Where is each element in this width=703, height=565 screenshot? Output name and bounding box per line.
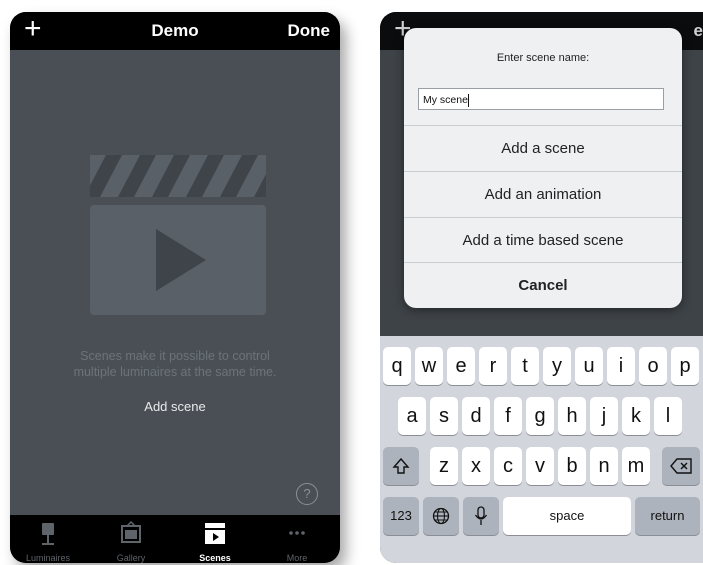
add-an-animation-button[interactable]: Add an animation	[404, 171, 682, 217]
tab-label: Scenes	[199, 553, 231, 563]
key-c[interactable]: c	[494, 447, 522, 485]
clapperboard-play-icon	[90, 155, 266, 315]
more-dots-icon	[289, 531, 305, 535]
key-t[interactable]: t	[511, 347, 539, 385]
key-x[interactable]: x	[462, 447, 490, 485]
backspace-icon	[670, 458, 692, 474]
empty-state-description: Scenes make it possible to control multi…	[30, 348, 320, 380]
add-scene-link[interactable]: Add scene	[10, 399, 340, 414]
key-n[interactable]: n	[590, 447, 618, 485]
description-line: Scenes make it possible to control	[80, 349, 270, 363]
tab-label: More	[286, 553, 308, 563]
key-w[interactable]: w	[415, 347, 443, 385]
cancel-button[interactable]: Cancel	[404, 262, 682, 308]
text-cursor	[467, 93, 469, 107]
key-z[interactable]: z	[430, 447, 458, 485]
dialog-title: Enter scene name:	[496, 52, 590, 64]
description-line: multiple luminaires at the same time.	[73, 365, 277, 379]
add-a-scene-button[interactable]: Add a scene	[404, 125, 682, 171]
key-l[interactable]: l	[654, 397, 682, 435]
key-b[interactable]: b	[558, 447, 586, 485]
key-a[interactable]: a	[398, 397, 426, 435]
key-e[interactable]: e	[447, 347, 475, 385]
globe-icon	[432, 507, 450, 525]
microphone-icon	[474, 506, 488, 525]
delete-key[interactable]	[662, 447, 700, 485]
key-k[interactable]: k	[622, 397, 650, 435]
key-r[interactable]: r	[479, 347, 507, 385]
lamp-icon	[42, 523, 54, 545]
numbers-key[interactable]: 123	[383, 497, 419, 535]
key-q[interactable]: q	[383, 347, 411, 385]
dictation-key[interactable]	[463, 497, 499, 535]
gallery-icon	[121, 521, 141, 543]
add-time-based-scene-button[interactable]: Add a time based scene	[404, 217, 682, 263]
key-d[interactable]: d	[462, 397, 490, 435]
help-icon[interactable]: ?	[296, 483, 318, 505]
space-key[interactable]: space	[503, 497, 631, 535]
key-s[interactable]: s	[430, 397, 458, 435]
key-j[interactable]: j	[590, 397, 618, 435]
done-button[interactable]: Done	[288, 21, 331, 41]
add-scene-dialog-screen: + e Enter scene name: My scene Add a sce…	[380, 12, 703, 563]
tab-more[interactable]: More	[262, 515, 332, 563]
scene-name-dialog: Enter scene name: My scene Add a scene A…	[404, 28, 682, 308]
key-u[interactable]: u	[575, 347, 603, 385]
tab-luminaires[interactable]: Luminaires	[13, 515, 83, 563]
tab-bar: Luminaires Gallery Scenes More	[10, 515, 340, 563]
key-h[interactable]: h	[558, 397, 586, 435]
key-g[interactable]: g	[526, 397, 554, 435]
key-f[interactable]: f	[494, 397, 522, 435]
globe-key[interactable]	[423, 497, 459, 535]
key-i[interactable]: i	[607, 347, 635, 385]
navigation-bar: + Demo Done	[10, 12, 340, 50]
scenes-screen: + Demo Done Scenes make it possible to c…	[10, 12, 340, 563]
done-button[interactable]: e	[694, 21, 703, 41]
shift-arrow-icon	[392, 457, 410, 474]
tab-scenes[interactable]: Scenes	[180, 515, 250, 563]
key-m[interactable]: m	[622, 447, 650, 485]
input-value: My scene	[423, 94, 468, 106]
scene-name-input[interactable]: My scene	[418, 88, 664, 110]
tab-gallery[interactable]: Gallery	[96, 515, 166, 563]
key-v[interactable]: v	[526, 447, 554, 485]
shift-key[interactable]	[383, 447, 419, 485]
onscreen-keyboard: q w e r t y u i o p a s d f g h j k l z …	[380, 336, 703, 563]
key-y[interactable]: y	[543, 347, 571, 385]
return-key[interactable]: return	[635, 497, 700, 535]
key-p[interactable]: p	[671, 347, 699, 385]
tab-label: Luminaires	[25, 553, 71, 563]
tab-label: Gallery	[116, 553, 146, 563]
clapperboard-icon	[205, 523, 225, 544]
key-o[interactable]: o	[639, 347, 667, 385]
